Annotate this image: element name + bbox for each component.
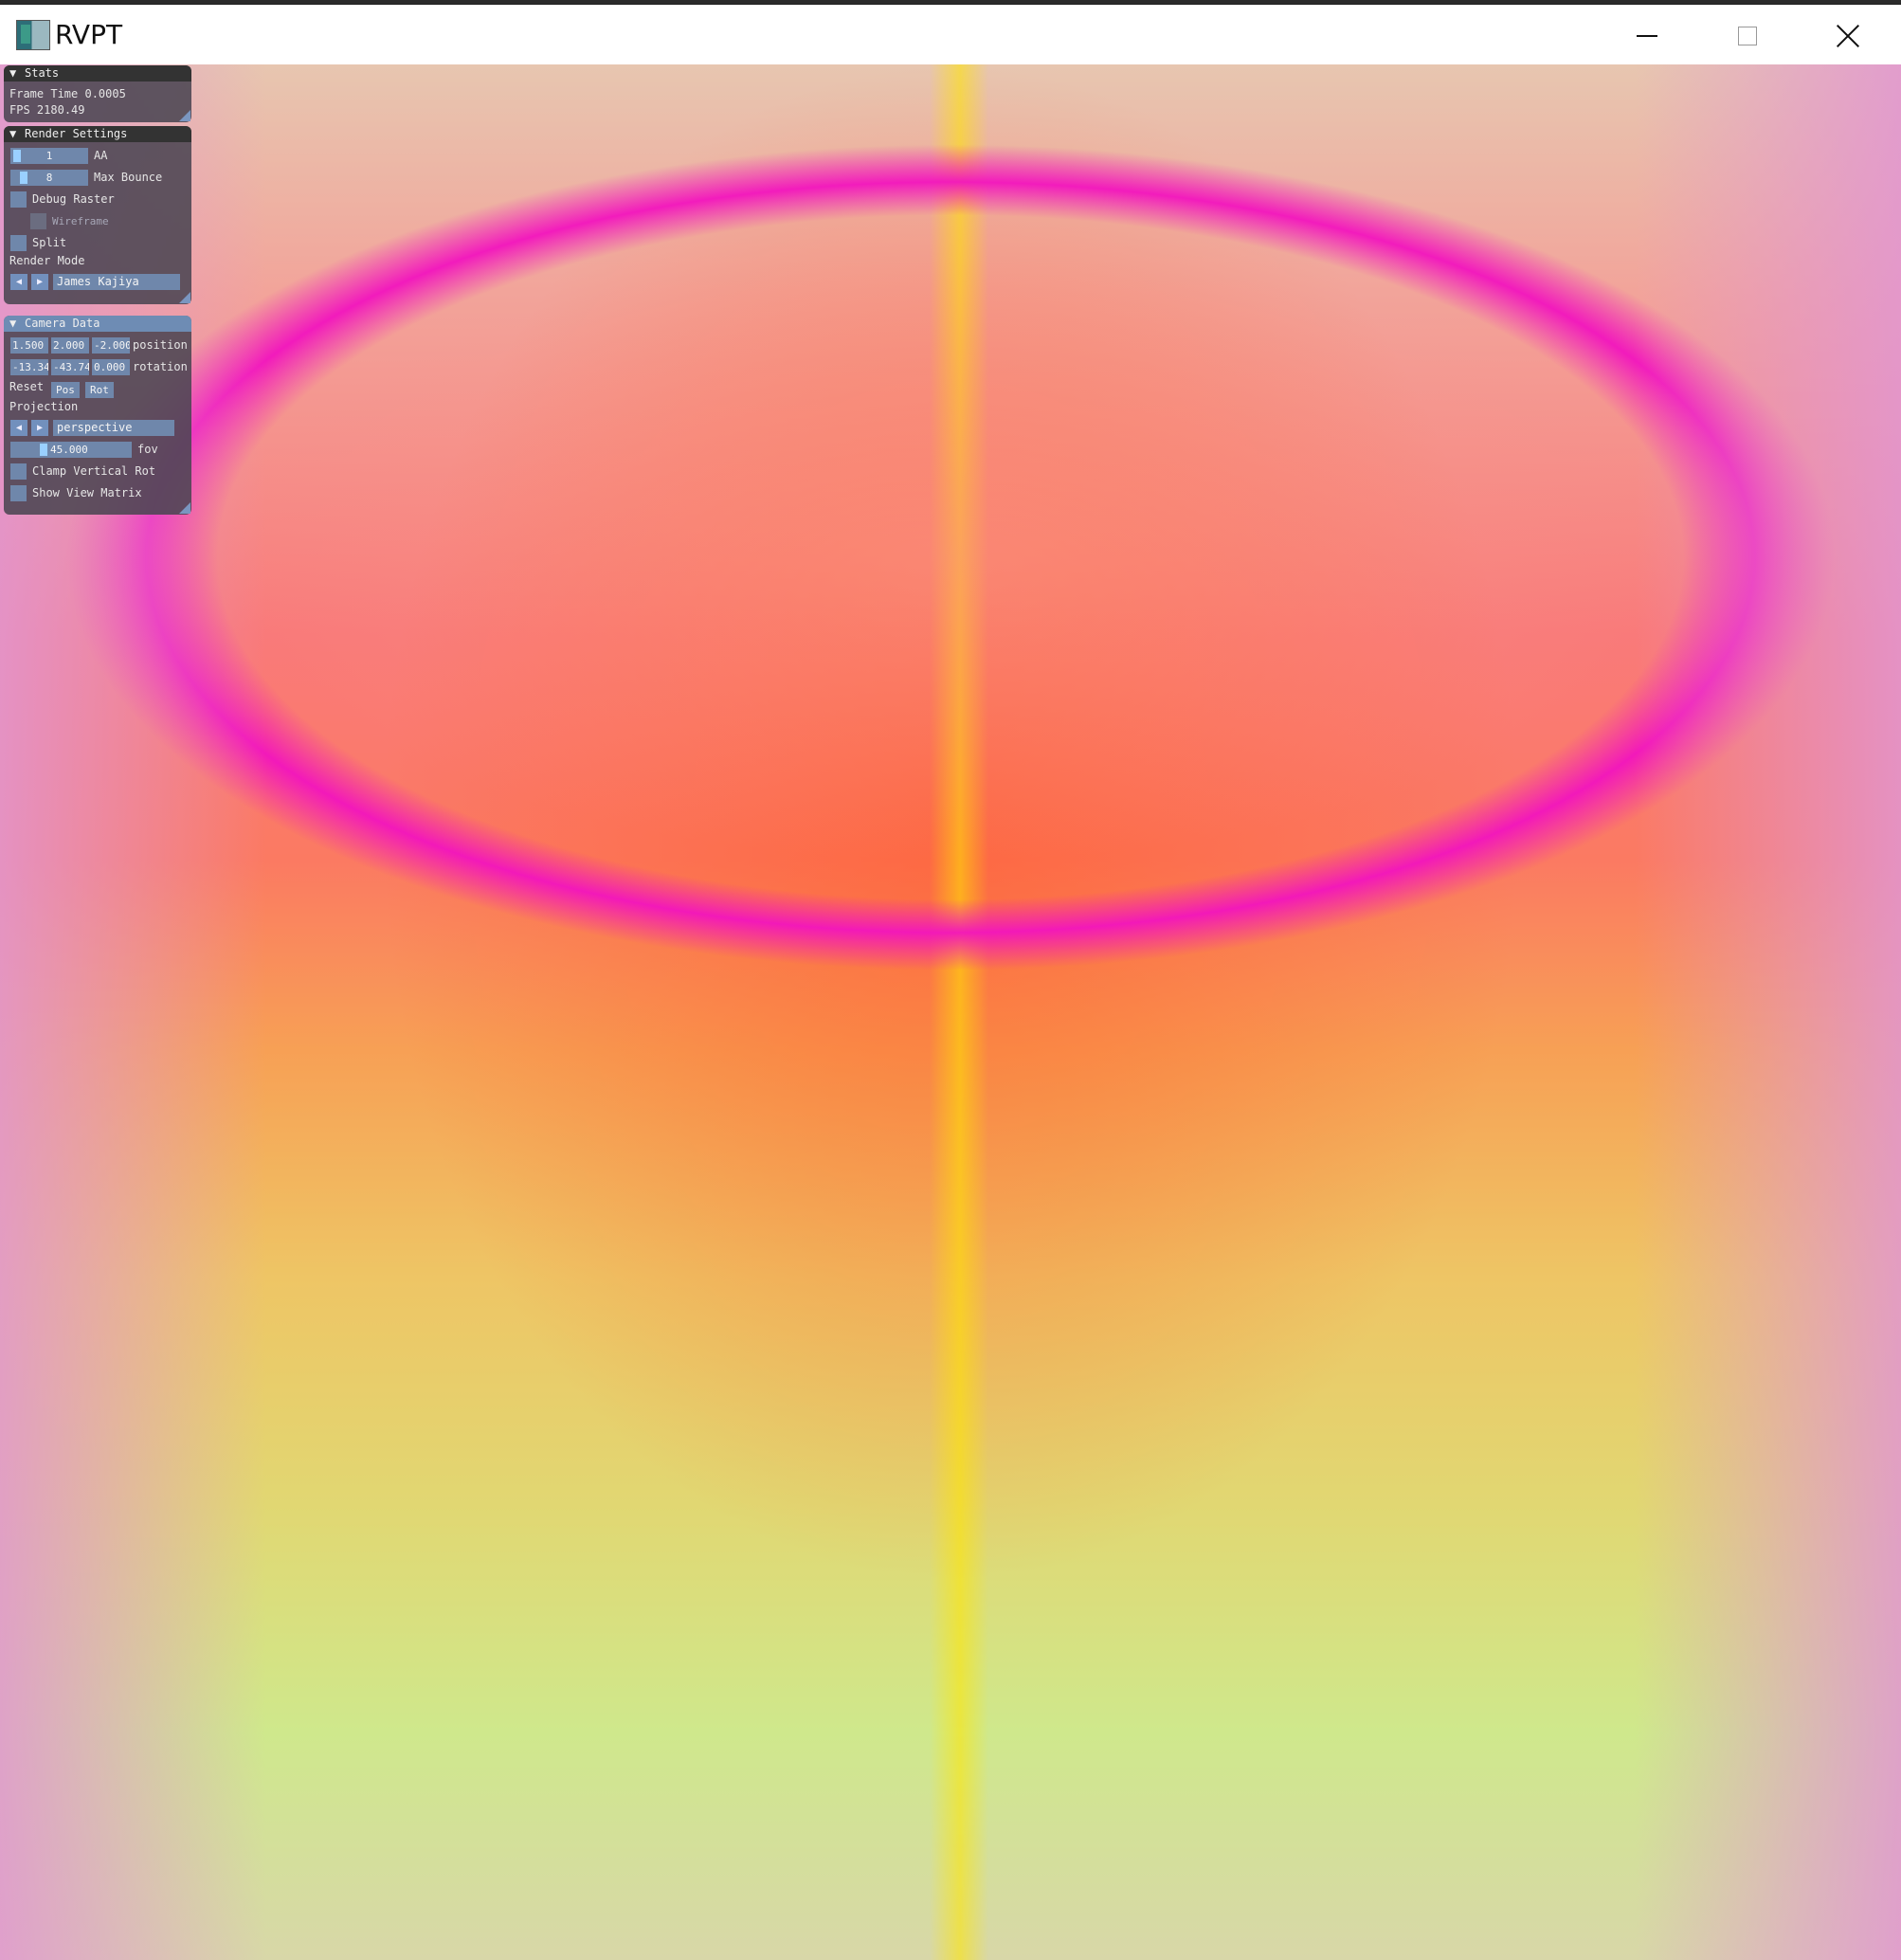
rotation-x-field[interactable]: -13.34 <box>10 359 48 375</box>
projection-row: ◀ ▶ perspective <box>4 417 191 439</box>
aa-slider-value: 1 <box>45 150 53 162</box>
render-mode-label-row: Render Mode <box>4 254 191 271</box>
render-mode-label: Render Mode <box>9 254 85 267</box>
clamp-vertical-rot-label: Clamp Vertical Rot <box>32 464 156 478</box>
wireframe-row: Wireframe <box>4 210 191 232</box>
aa-slider[interactable]: 1 <box>10 148 88 164</box>
reset-row: Reset Pos Rot <box>4 378 191 398</box>
collapse-triangle-icon: ▼ <box>9 127 17 140</box>
reset-rot-button[interactable]: Rot <box>85 382 114 398</box>
split-checkbox[interactable] <box>10 235 27 251</box>
camera-data-panel-title: Camera Data <box>25 317 100 330</box>
resize-grip-icon[interactable] <box>179 502 190 514</box>
render-mode-next-button[interactable]: ▶ <box>31 274 48 290</box>
position-y-field[interactable]: 2.000 <box>51 337 89 354</box>
debug-raster-checkbox[interactable] <box>10 191 27 208</box>
max-bounce-slider-grab[interactable] <box>20 172 28 184</box>
stats-panel-title: Stats <box>25 66 60 80</box>
position-row: 1.500 2.000 -2.000 position <box>4 335 191 356</box>
frame-time-readout: Frame Time 0.0005 <box>9 86 126 102</box>
collapse-triangle-icon: ▼ <box>9 66 17 80</box>
projection-label-row: Projection <box>4 398 191 417</box>
debug-raster-label: Debug Raster <box>32 192 115 206</box>
stats-panel: ▼ Stats Frame Time 0.0005 FPS 2180.49 <box>4 65 191 122</box>
render-mode-prev-button[interactable]: ◀ <box>10 274 27 290</box>
fov-slider-grab[interactable] <box>40 444 47 456</box>
max-bounce-row: 8 Max Bounce <box>4 167 191 189</box>
wireframe-checkbox <box>30 213 46 229</box>
minimize-icon <box>1637 35 1657 37</box>
close-button[interactable] <box>1802 9 1893 64</box>
show-view-matrix-label: Show View Matrix <box>32 486 142 499</box>
aa-label: AA <box>94 149 108 162</box>
position-x-field[interactable]: 1.500 <box>10 337 48 354</box>
stats-panel-header[interactable]: ▼ Stats <box>4 65 191 82</box>
render-settings-panel-title: Render Settings <box>25 127 128 140</box>
max-bounce-slider[interactable]: 8 <box>10 170 88 186</box>
clamp-vertical-rot-row: Clamp Vertical Rot <box>4 461 191 482</box>
arrow-right-icon: ▶ <box>36 277 44 287</box>
window-title: RVPT <box>55 19 123 50</box>
frame-time-value: 0.0005 <box>84 87 126 100</box>
arrow-left-icon: ◀ <box>15 277 23 287</box>
rotation-y-field[interactable]: -43.74 <box>51 359 89 375</box>
aa-slider-grab[interactable] <box>13 150 22 162</box>
title-bar[interactable]: RVPT <box>0 4 1901 65</box>
show-view-matrix-checkbox[interactable] <box>10 485 27 501</box>
position-label: position <box>133 338 188 352</box>
resize-grip-icon[interactable] <box>179 110 190 121</box>
max-bounce-label: Max Bounce <box>94 171 163 184</box>
fov-slider-value: 45.000 <box>50 444 88 456</box>
fov-label: fov <box>137 443 158 456</box>
projection-next-button[interactable]: ▶ <box>31 420 48 436</box>
render-viewport[interactable] <box>0 64 1901 1960</box>
rotation-row: -13.34 -43.74 0.000 rotation <box>4 356 191 378</box>
maximize-button[interactable] <box>1702 9 1793 64</box>
max-bounce-slider-value: 8 <box>45 172 53 184</box>
debug-raster-row: Debug Raster <box>4 189 191 210</box>
render-settings-panel-header[interactable]: ▼ Render Settings <box>4 126 191 142</box>
split-row: Split <box>4 232 191 254</box>
render-settings-panel: ▼ Render Settings 1 AA 8 Max Bounce Debug… <box>4 126 191 304</box>
fps-label: FPS <box>9 103 30 117</box>
position-z-field[interactable]: -2.000 <box>92 337 130 354</box>
maximize-icon <box>1738 27 1757 45</box>
fov-slider[interactable]: 45.000 <box>10 442 132 458</box>
frame-time-label: Frame Time <box>9 87 79 100</box>
reset-pos-button[interactable]: Pos <box>51 382 80 398</box>
fov-row: 45.000 fov <box>4 439 191 461</box>
render-mode-select[interactable]: James Kajiya <box>53 274 180 290</box>
rotation-z-field[interactable]: 0.000 <box>92 359 130 375</box>
minimize-button[interactable] <box>1602 9 1693 64</box>
split-label: Split <box>32 236 67 249</box>
app-window: RVPT ▼ Stats Frame Time 0.0005 FPS 2180.4… <box>0 0 1901 1960</box>
close-icon <box>1836 24 1860 48</box>
projection-label: Projection <box>9 400 79 413</box>
camera-data-panel: ▼ Camera Data 1.500 2.000 -2.000 position… <box>4 316 191 515</box>
aa-row: 1 AA <box>4 145 191 167</box>
arrow-right-icon: ▶ <box>36 423 44 433</box>
fps-readout: FPS 2180.49 <box>9 102 85 118</box>
projection-prev-button[interactable]: ◀ <box>10 420 27 436</box>
clamp-vertical-rot-checkbox[interactable] <box>10 463 27 480</box>
render-mode-row: ◀ ▶ James Kajiya <box>4 271 191 293</box>
collapse-triangle-icon: ▼ <box>9 317 17 330</box>
fps-value: 2180.49 <box>36 103 85 117</box>
resize-grip-icon[interactable] <box>179 292 190 303</box>
arrow-left-icon: ◀ <box>15 423 23 433</box>
camera-data-panel-header[interactable]: ▼ Camera Data <box>4 316 191 332</box>
show-view-matrix-row: Show View Matrix <box>4 482 191 504</box>
rotation-label: rotation <box>133 360 188 373</box>
projection-select[interactable]: perspective <box>53 420 174 436</box>
app-icon <box>16 20 50 50</box>
reset-label: Reset <box>9 380 45 393</box>
wireframe-label: Wireframe <box>52 215 109 227</box>
